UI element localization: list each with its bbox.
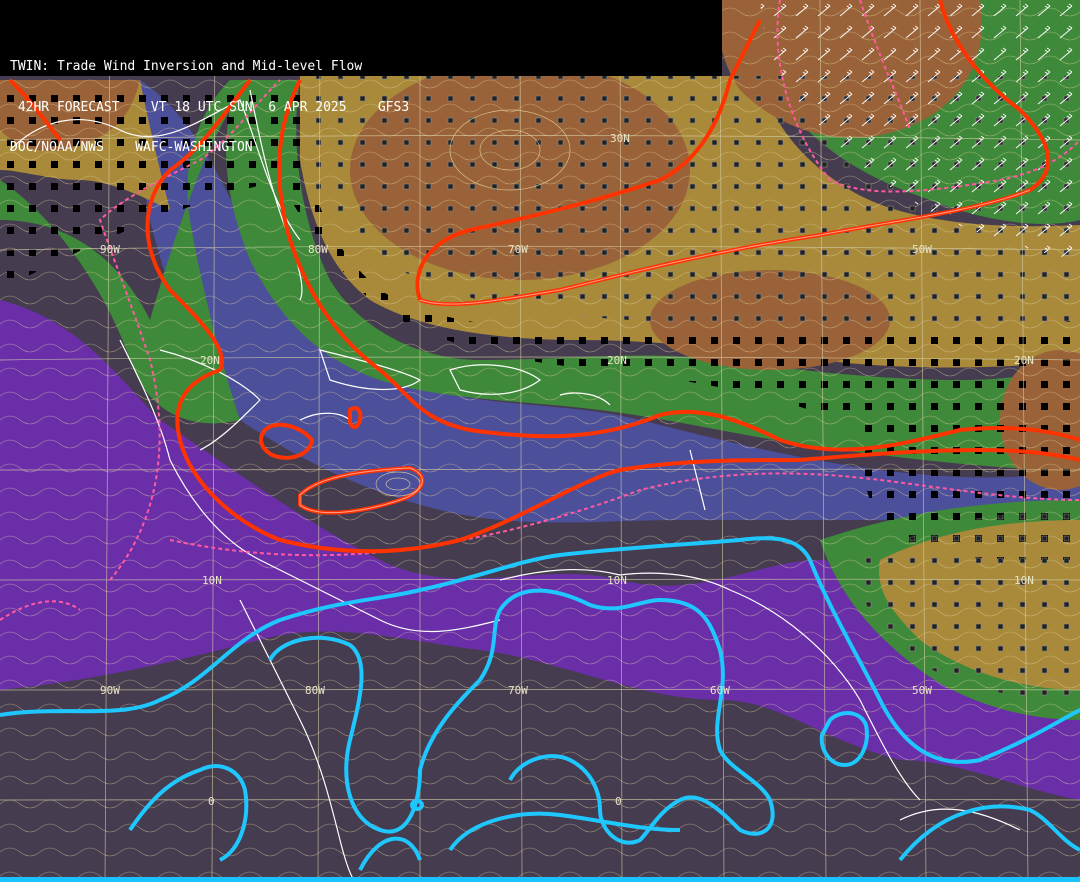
bottom-border bbox=[0, 877, 1080, 882]
lat-20n-label-c: 20N bbox=[607, 354, 627, 367]
lat-10n-label-c: 10N bbox=[607, 574, 627, 587]
lon-90w-label-n: 90W bbox=[100, 243, 120, 256]
map-title: TWIN: Trade Wind Inversion and Mid-level… bbox=[10, 59, 363, 74]
lon-80w-label-s: 80W bbox=[305, 684, 325, 697]
lat-20n-label-e: 20N bbox=[1014, 354, 1034, 367]
lon-70w-label-s: 70W bbox=[508, 684, 528, 697]
lon-50w-label-s: 50W bbox=[912, 684, 932, 697]
lat-10n-label-e: 10N bbox=[1014, 574, 1034, 587]
lon-70w-label-n: 70W bbox=[508, 243, 528, 256]
forecast-valid-time: 42HR FORECAST VT 18 UTC SUN 6 APR 2025 G… bbox=[10, 99, 410, 115]
map-header: TWIN: Trade Wind Inversion and Mid-level… bbox=[0, 0, 722, 154]
lat-0-label-w: 0 bbox=[208, 795, 215, 808]
issuing-agency: DOC/NOAA/NWS WAFC-WASHINGTON bbox=[10, 140, 253, 155]
lon-60w-label-s: 60W bbox=[710, 684, 730, 697]
lat-20n-label-w: 20N bbox=[200, 354, 220, 367]
lat-0-label-c: 0 bbox=[615, 795, 622, 808]
lat-10n-label-w: 10N bbox=[202, 574, 222, 587]
lon-80w-label-n: 80W bbox=[308, 243, 328, 256]
lon-50w-label-n: 50W bbox=[912, 243, 932, 256]
lon-90w-label-s: 90W bbox=[100, 684, 120, 697]
